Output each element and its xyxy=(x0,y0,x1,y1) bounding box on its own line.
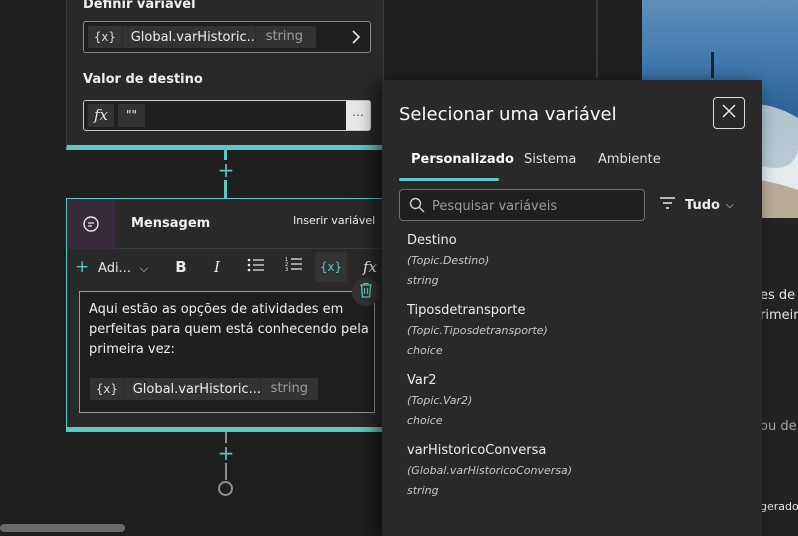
set-variable-node[interactable]: Definir variável {x} Global.varHistoric.… xyxy=(66,0,384,150)
target-value-label: Valor de destino xyxy=(83,72,203,87)
message-body-text: Aqui estão as opções de atividades em pe… xyxy=(89,302,369,357)
bullet-list-icon[interactable] xyxy=(245,255,267,279)
preview-text-2: rimeir xyxy=(760,308,798,323)
preview-text-1: es de xyxy=(760,288,796,303)
horizontal-scrollbar[interactable] xyxy=(0,524,125,532)
add-node-icon-bottom[interactable]: + xyxy=(216,443,236,463)
message-variable-chip: {x} Global.varHistoric... string xyxy=(90,378,318,400)
tab-sistema[interactable]: Sistema xyxy=(524,152,576,167)
add-icon: + xyxy=(75,257,90,277)
message-title: Mensagem xyxy=(131,216,211,231)
variable-name: Destino xyxy=(407,233,457,248)
tab-ambiente[interactable]: Ambiente xyxy=(598,152,661,167)
variable-chip-type: string xyxy=(254,26,313,48)
variable-item[interactable]: Var2 (Topic.Var2) choice xyxy=(407,371,727,431)
variable-item[interactable]: Tiposdetransporte (Topic.Tiposdetranspor… xyxy=(407,301,727,361)
variable-icon: {x} xyxy=(90,378,125,400)
formula-icon[interactable]: fx xyxy=(88,104,114,127)
search-box[interactable] xyxy=(399,189,645,221)
variable-icon: {x} xyxy=(88,26,123,48)
more-icon[interactable]: … xyxy=(346,101,370,130)
search-icon xyxy=(409,197,425,217)
add-content-button[interactable]: + Adi... ⌵ xyxy=(75,255,151,279)
bold-icon[interactable]: B xyxy=(171,255,191,279)
add-content-label: Adi... xyxy=(98,261,131,276)
variable-path: (Global.varHistoricoConversa) xyxy=(407,464,573,477)
preview-text-4: gerado xyxy=(760,500,798,513)
variable-path: (Topic.Destino) xyxy=(407,254,490,267)
formula-icon[interactable]: fx xyxy=(359,255,381,279)
message-editor[interactable]: Aqui estão as opções de atividades em pe… xyxy=(79,291,375,413)
set-variable-label: Definir variável xyxy=(83,0,196,12)
variable-chip-name: Global.varHistoric... xyxy=(132,381,260,397)
active-tab-indicator xyxy=(399,178,499,181)
select-variable-panel: Selecionar uma variável Personalizado Si… xyxy=(382,80,762,536)
target-value-text: "" xyxy=(118,104,146,127)
insert-variable-tooltip: Inserir variável xyxy=(286,208,382,234)
numbered-list-icon[interactable]: 123 xyxy=(283,255,305,279)
chevron-down-icon: ⌵ xyxy=(139,262,149,275)
search-input[interactable] xyxy=(432,196,637,216)
variable-item[interactable]: varHistoricoConversa (Global.varHistoric… xyxy=(407,441,727,501)
flow-end-circle xyxy=(218,481,233,496)
variable-chip-name: Global.varHistoric... xyxy=(130,29,255,45)
tab-personalizado[interactable]: Personalizado xyxy=(411,152,514,167)
trash-icon xyxy=(359,282,373,302)
canvas-divider xyxy=(596,0,598,78)
italic-icon[interactable]: I xyxy=(207,255,227,279)
chevron-down-icon: ⌵ xyxy=(725,199,734,211)
variable-chip: {x} Global.varHistoric... string xyxy=(88,26,316,48)
variable-path: (Topic.Tiposdetransporte) xyxy=(407,324,548,337)
variable-name: Var2 xyxy=(407,373,437,388)
variable-name: Tiposdetransporte xyxy=(407,303,526,318)
message-icon xyxy=(67,199,115,249)
close-icon xyxy=(722,104,736,122)
svg-text:3: 3 xyxy=(285,267,288,272)
chevron-right-icon[interactable] xyxy=(350,29,362,49)
variable-name: varHistoricoConversa xyxy=(407,443,547,458)
filter-label: Tudo xyxy=(685,197,720,213)
variable-path: (Topic.Var2) xyxy=(407,394,473,407)
variable-type: string xyxy=(407,274,439,287)
preview-text-3: ou de xyxy=(760,419,797,434)
close-button[interactable] xyxy=(713,97,745,129)
add-node-icon[interactable]: + xyxy=(216,160,236,180)
insert-variable-icon[interactable]: {x} xyxy=(315,252,347,282)
filter-icon xyxy=(660,197,675,213)
variable-selector-field[interactable]: {x} Global.varHistoric... string xyxy=(83,21,371,53)
variable-type: choice xyxy=(407,344,443,357)
target-value-field[interactable]: fx "" … xyxy=(83,100,371,131)
variable-type: choice xyxy=(407,414,443,427)
variable-item[interactable]: Destino (Topic.Destino) string xyxy=(407,231,727,291)
delete-button[interactable] xyxy=(352,278,380,306)
panel-title: Selecionar uma variável xyxy=(399,104,617,125)
variable-type: string xyxy=(407,484,439,497)
variable-chip-type: string xyxy=(259,378,318,400)
message-toolbar: + Adi... ⌵ B I 123 {x} fx xyxy=(67,249,383,285)
filter-dropdown[interactable]: Tudo ⌵ xyxy=(660,195,734,215)
